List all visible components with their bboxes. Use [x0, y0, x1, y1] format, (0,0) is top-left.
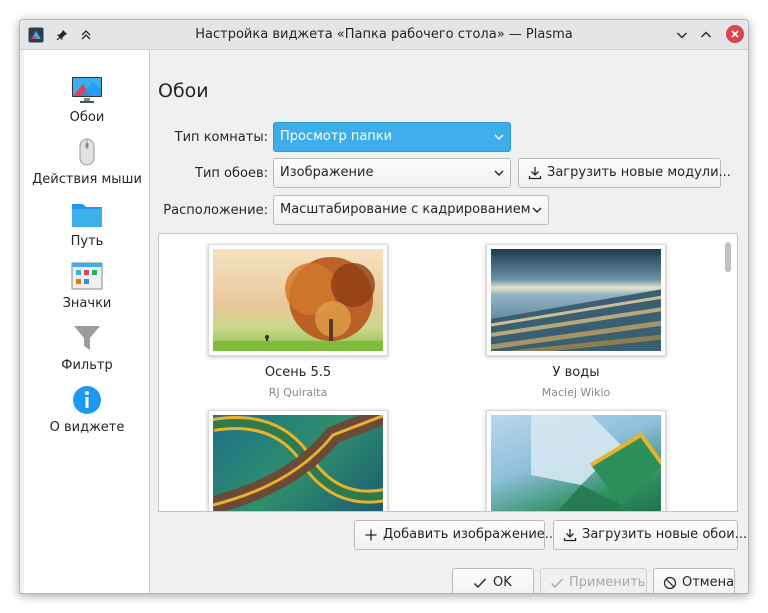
get-new-wallpapers-button[interactable]: Загрузить новые обои... [553, 520, 747, 550]
layout-label: Тип комнаты: [174, 130, 268, 145]
sidebar-item-label: О виджете [49, 420, 125, 435]
positioning-value: Масштабирование с кадрированием [280, 202, 531, 217]
cancel-icon [663, 576, 677, 590]
layout-combo[interactable]: Просмотр папки [273, 122, 511, 152]
wallpaper-type-label: Тип обоев: [195, 166, 268, 181]
sidebar-item-label: Фильтр [61, 358, 113, 373]
page-title: Обои [158, 80, 209, 102]
apply-label: Применить [569, 575, 646, 590]
cancel-label: Отмена [682, 575, 735, 590]
download-icon [563, 529, 577, 542]
wallpaper-name: Осень 5.5 [264, 365, 332, 380]
wallpaper-author: Maciej Wiklo [541, 386, 611, 399]
gallery-scrollbar[interactable] [725, 242, 731, 272]
wallpaper-type-value: Изображение [280, 165, 374, 180]
sidebar-item-label: Значки [62, 296, 112, 311]
apply-button[interactable]: Применить [540, 568, 647, 593]
wallpaper-thumbnail[interactable] [486, 410, 666, 511]
wallpaper-type-combo[interactable]: Изображение [273, 158, 511, 188]
wallpaper-thumbnail[interactable] [208, 244, 388, 356]
sidebar-item-filter[interactable]: Фильтр [24, 320, 150, 382]
add-image-label: Добавить изображение... [383, 527, 558, 542]
get-new-wallpapers-label: Загрузить новые обои... [582, 527, 748, 542]
window-title: Настройка виджета «Папка рабочего стола»… [195, 27, 573, 42]
wallpaper-gallery[interactable]: Осень 5.5 RJ Quiralta У воды Maciej Wikl… [158, 233, 738, 512]
sidebar-item-about[interactable]: О виджете [24, 382, 150, 444]
chevron-down-icon [494, 170, 504, 176]
sidebar-item-label: Действия мыши [32, 172, 142, 187]
sidebar-item-icons[interactable]: Значки [24, 258, 150, 320]
settings-window: Настройка виджета «Папка рабочего стола»… [19, 19, 749, 594]
positioning-combo[interactable]: Масштабирование с кадрированием [273, 195, 549, 225]
check-icon [551, 578, 564, 589]
layout-combo-value: Просмотр папки [280, 129, 393, 144]
mouse-icon [79, 138, 95, 166]
chevron-down-icon [532, 207, 542, 213]
content-area: Обои Тип комнаты: Просмотр папки Тип обо… [150, 50, 748, 593]
close-icon [731, 30, 739, 38]
close-button[interactable] [726, 25, 744, 43]
ok-label: OK [493, 575, 512, 590]
info-icon [73, 386, 101, 414]
wallpaper-name: У воды [552, 365, 600, 380]
wallpaper-thumbnail[interactable] [486, 244, 666, 356]
icons-grid-icon [71, 262, 103, 290]
sidebar-item-location[interactable]: Путь [24, 196, 150, 258]
chevron-down-icon [494, 134, 504, 140]
ok-button[interactable]: OK [452, 568, 534, 593]
get-new-plugins-button[interactable]: Загрузить новые модули... [518, 158, 731, 188]
maximize-icon[interactable] [697, 26, 715, 44]
sidebar: Обои Действия мыши Путь Значки Фильтр О … [24, 50, 150, 593]
sidebar-item-label: Путь [70, 234, 104, 249]
sidebar-item-wallpaper[interactable]: Обои [24, 72, 150, 134]
plus-icon [365, 529, 377, 541]
positioning-label: Расположение: [163, 203, 268, 218]
monitor-icon [72, 77, 102, 103]
cancel-button[interactable]: Отмена [653, 568, 735, 593]
download-icon [528, 167, 542, 180]
add-image-button[interactable]: Добавить изображение... [354, 520, 557, 550]
wallpaper-thumbnail[interactable] [208, 410, 388, 511]
title-bar: Настройка виджета «Папка рабочего стола»… [20, 20, 748, 50]
check-icon [474, 578, 487, 589]
folder-icon [72, 204, 102, 227]
filter-icon [74, 326, 100, 350]
sidebar-item-mouse-actions[interactable]: Действия мыши [24, 134, 150, 196]
wallpaper-author: RJ Quiralta [268, 386, 328, 399]
minimize-icon[interactable] [673, 26, 691, 44]
sidebar-item-label: Обои [69, 110, 105, 125]
get-new-plugins-label: Загрузить новые модули... [547, 165, 731, 180]
